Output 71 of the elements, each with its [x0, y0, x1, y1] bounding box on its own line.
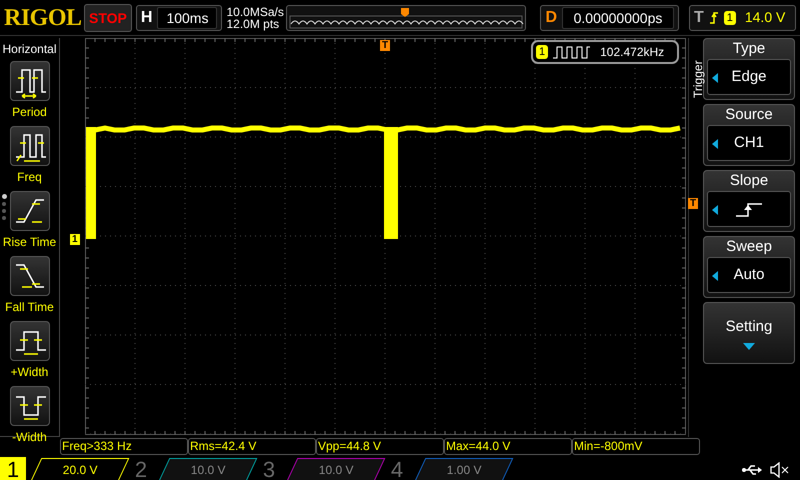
softkey-label: Type [732, 39, 766, 59]
menu-softkey[interactable]: Type Edge [703, 38, 795, 100]
channel-scale-value: 10.0 V [318, 462, 354, 478]
delay-label: D [545, 8, 558, 28]
menu-softkey[interactable]: Slope [703, 170, 795, 232]
softkey-value: Auto [734, 264, 764, 285]
measure-label: Period [12, 104, 47, 121]
left-caret-icon [712, 139, 718, 149]
channel-scale[interactable]: 10.0 V [286, 458, 386, 480]
menu-softkey[interactable]: Setting [703, 302, 795, 364]
rising-edge-icon [708, 10, 719, 24]
softkey-label: Sweep [726, 237, 772, 257]
run-stop-button[interactable]: STOP [84, 4, 132, 32]
measurement-readout: Max=44.0 V [444, 438, 572, 455]
speaker-muted-icon [770, 462, 790, 478]
menu-softkey[interactable]: Sweep Auto [703, 236, 795, 298]
measure-button[interactable] [10, 321, 50, 361]
trigger-level: 14.0 V [744, 8, 786, 27]
timebase-value: 100ms [157, 6, 218, 28]
measure-button[interactable] [10, 256, 50, 296]
channel-badge: 1 [536, 45, 548, 59]
channel-scale-value: 10.0 V [190, 462, 226, 478]
measure-label: Freq [17, 169, 42, 186]
channel-scale-value: 20.0 V [62, 462, 98, 478]
channel-ground-marker: 1 [70, 234, 80, 245]
channel-number[interactable]: 3 [256, 457, 282, 480]
trigger-display[interactable]: T 1 14.0 V [688, 4, 796, 30]
measure-button[interactable] [10, 386, 50, 426]
measure-label: Rise Time [2, 234, 56, 251]
left-caret-icon [712, 205, 718, 215]
measurement-readout: Rms=42.4 V [188, 438, 316, 455]
channel-number[interactable]: 4 [384, 457, 410, 480]
trigger-label: T [694, 8, 704, 28]
counter-value: 102.472kHz [600, 44, 664, 61]
channel-number[interactable]: 1 [0, 457, 26, 480]
down-caret-icon [743, 342, 755, 350]
timebase-label: H [140, 8, 152, 28]
menu-title: Horizontal [2, 41, 57, 58]
measure-button[interactable] [10, 191, 50, 231]
timebase-display[interactable]: H 100ms [136, 4, 222, 30]
trigger-level-marker: T [688, 198, 698, 209]
softkey-label: Slope [730, 171, 768, 191]
channel-scale[interactable]: 20.0 V [30, 458, 130, 480]
usb-icon [742, 464, 762, 476]
rising-edge-icon [734, 201, 764, 217]
measurement-readout: Min=-800mV [572, 438, 700, 455]
measure-label: Fall Time [5, 299, 54, 316]
left-caret-icon [712, 73, 718, 83]
memory-depth: 12.0M pts [226, 18, 280, 30]
softkey-value: CH1 [734, 132, 764, 153]
channel-scale[interactable]: 10.0 V [158, 458, 258, 480]
softkey-label: Source [725, 105, 773, 125]
brand-logo: RIGOL [4, 4, 80, 32]
channel-number[interactable]: 2 [128, 457, 154, 480]
measurement-readout: Freq>333 Hz [60, 438, 188, 455]
menu-softkey[interactable]: Source CH1 [703, 104, 795, 166]
delay-display[interactable]: D 0.00000000ps [540, 4, 679, 30]
channel-scale-value: 1.00 V [446, 462, 482, 478]
measure-label: +Width [10, 364, 48, 381]
measure-button[interactable] [10, 61, 50, 101]
channel-scale[interactable]: 1.00 V [414, 458, 514, 480]
menu-title: Trigger [690, 60, 706, 98]
trigger-source-badge: 1 [724, 10, 736, 24]
measurement-readout: Vpp=44.8 V [316, 438, 444, 455]
measure-label: -Width [12, 429, 47, 446]
trigger-position-marker: T [380, 40, 390, 51]
sample-rate: 10.0MSa/s [226, 6, 282, 18]
left-caret-icon [712, 271, 718, 281]
measure-button[interactable] [10, 126, 50, 166]
softkey-value: Edge [731, 66, 767, 87]
delay-value: 0.00000000ps [562, 6, 674, 28]
